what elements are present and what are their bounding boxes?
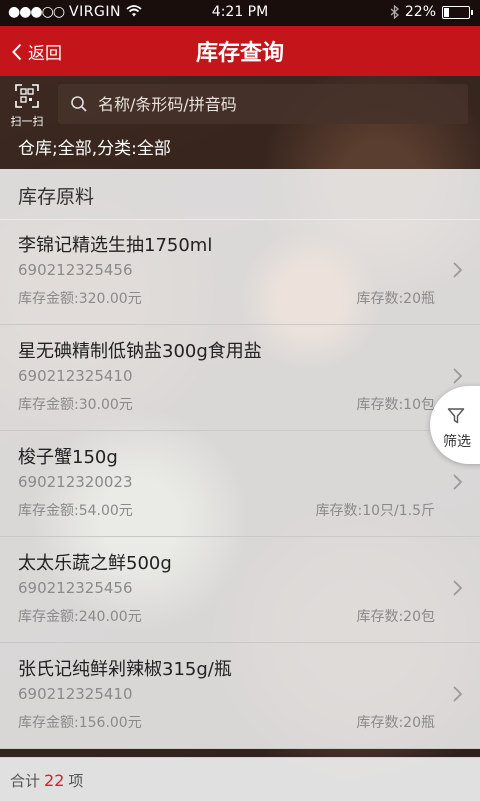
item-quantity: 库存数:10只/1.5斤: [315, 503, 435, 519]
item-amount: 库存金额:156.00元: [18, 715, 142, 731]
total-summary: 合计 22 项: [10, 770, 83, 791]
item-quantity: 库存数:20包: [356, 609, 435, 625]
battery-icon: [442, 5, 473, 19]
list-item[interactable]: 张氏记纯鲜剁辣椒315g/瓶 690212325410 库存金额:156.00元…: [0, 643, 480, 749]
item-name: 梭子蟹150g: [18, 447, 118, 468]
section-title: 库存原料: [18, 186, 95, 208]
item-amount: 库存金额:54.00元: [18, 503, 133, 519]
chevron-right-icon: [453, 368, 463, 384]
list-item[interactable]: 太太乐蔬之鲜500g 690212325456 库存金额:240.00元 库存数…: [0, 537, 480, 643]
chevron-right-icon: [453, 686, 463, 702]
chevron-left-icon: [12, 43, 22, 60]
bluetooth-icon: [390, 5, 399, 19]
item-quantity: 库存数:20瓶: [356, 715, 435, 731]
item-name: 李锦记精选生抽1750ml: [18, 235, 213, 256]
total-prefix: 合计: [10, 772, 41, 790]
total-suffix: 项: [68, 772, 84, 790]
search-area: 扫一扫 仓库;全部,分类:全部: [0, 76, 480, 169]
total-count: 22: [44, 771, 65, 790]
back-button[interactable]: 返回: [12, 39, 62, 64]
chevron-right-icon: [453, 474, 463, 490]
item-barcode: 690212325410: [18, 685, 133, 703]
scan-label: 扫一扫: [10, 115, 44, 128]
funnel-icon: [447, 408, 465, 424]
navigation-bar: 返回 库存查询: [0, 26, 480, 76]
item-name: 张氏记纯鲜剁辣椒315g/瓶: [18, 659, 232, 680]
qr-scan-icon: [15, 84, 39, 108]
chevron-right-icon: [453, 580, 463, 596]
warehouse-category-filter[interactable]: 仓库;全部,分类:全部: [18, 134, 171, 159]
filter-label: 筛选: [443, 434, 471, 450]
item-quantity: 库存数:20瓶: [356, 291, 435, 307]
item-amount: 库存金额:320.00元: [18, 291, 142, 307]
status-right: 22%: [390, 4, 473, 20]
item-barcode: 690212320023: [18, 473, 133, 491]
chevron-right-icon: [453, 262, 463, 278]
list-item[interactable]: 星无碘精制低钠盐300g食用盐 690212325410 库存金额:30.00元…: [0, 325, 480, 431]
list-item[interactable]: 梭子蟹150g 690212320023 库存金额:54.00元 库存数:10只…: [0, 431, 480, 537]
battery-fill: [444, 7, 449, 17]
search-input[interactable]: [96, 93, 440, 115]
item-name: 星无碘精制低钠盐300g食用盐: [18, 341, 262, 362]
section-header: 库存原料: [0, 169, 480, 220]
status-bar: ●●●○○ VIRGIN 4:21 PM 22%: [0, 0, 480, 26]
item-barcode: 690212325410: [18, 367, 133, 385]
item-quantity: 库存数:10包: [356, 397, 435, 413]
battery-percent: 22%: [404, 4, 436, 20]
back-label: 返回: [28, 44, 62, 64]
inventory-list: 李锦记精选生抽1750ml 690212325456 库存金额:320.00元 …: [0, 219, 480, 749]
item-barcode: 690212325456: [18, 579, 133, 597]
item-amount: 库存金额:30.00元: [18, 397, 133, 413]
item-name: 太太乐蔬之鲜500g: [18, 553, 172, 574]
page-title: 库存查询: [195, 41, 284, 66]
search-icon: [71, 96, 87, 112]
item-barcode: 690212325456: [18, 261, 133, 279]
scan-button[interactable]: 扫一扫: [8, 84, 46, 129]
item-amount: 库存金额:240.00元: [18, 609, 142, 625]
list-item[interactable]: 李锦记精选生抽1750ml 690212325456 库存金额:320.00元 …: [0, 219, 480, 325]
footer-bar: 合计 22 项: [0, 757, 480, 801]
search-box: [58, 84, 468, 124]
